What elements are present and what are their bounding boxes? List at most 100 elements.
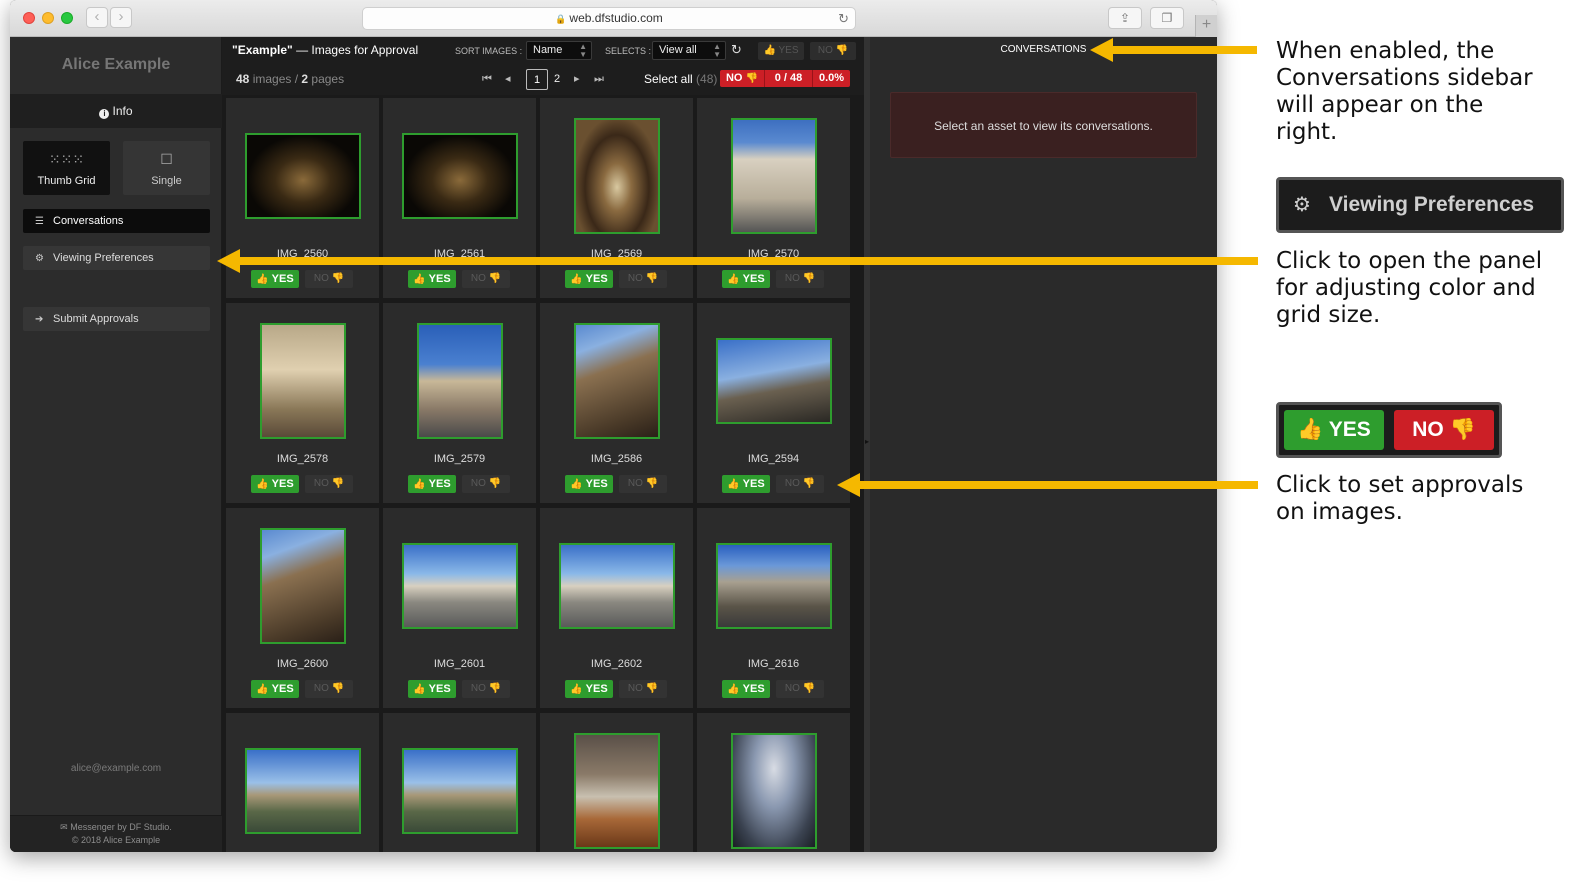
sort-select[interactable]: Name ▲ ▼ [526, 41, 592, 60]
thumbnail-image[interactable] [402, 543, 518, 629]
address-bar[interactable]: 🔒 web.dfstudio.com ↻ [362, 7, 856, 30]
thumbnail-image[interactable] [245, 133, 361, 219]
approve-yes-button[interactable]: 👍 YES [565, 475, 613, 493]
thumbnail-cell[interactable] [697, 713, 850, 852]
thumbnail-image[interactable] [731, 118, 817, 234]
selects-filter[interactable]: View all ▲ ▼ [652, 41, 726, 60]
thumbs-up-icon: 👍 [256, 274, 269, 285]
thumbs-up-icon: 👍 [570, 479, 583, 490]
reload-icon[interactable]: ↻ [838, 8, 849, 29]
refresh-icon[interactable]: ↻ [731, 42, 742, 58]
minimize-window-button[interactable] [42, 12, 54, 24]
approve-no-button[interactable]: NO 👎 [776, 680, 824, 698]
thumbnail-image[interactable] [574, 118, 660, 234]
select-all-label: Select all [644, 72, 693, 86]
close-window-button[interactable] [23, 12, 35, 24]
thumbnail-cell[interactable]: IMG_2578 👍 YES NO 👎 [226, 303, 379, 503]
thumbnail-cell[interactable]: IMG_2600 👍 YES NO 👎 [226, 508, 379, 708]
thumbs-down-icon: 👎 [745, 73, 758, 84]
approve-no-button[interactable]: NO 👎 [619, 475, 667, 493]
thumbnail-image[interactable] [260, 528, 346, 644]
list-icon: ☰ [35, 216, 44, 227]
thumbnail-cell[interactable]: IMG_2579 👍 YES NO 👎 [383, 303, 536, 503]
thumbnail-cell[interactable] [540, 713, 693, 852]
thumbnail-image[interactable] [245, 748, 361, 834]
thumbnail-cell[interactable]: IMG_2601 👍 YES NO 👎 [383, 508, 536, 708]
thumbnail-cell[interactable]: IMG_2594 👍 YES NO 👎 [697, 303, 850, 503]
bulk-no-button[interactable]: NO 👎 [810, 42, 856, 60]
note-line: for adjusting color and [1276, 275, 1536, 301]
last-page-icon[interactable]: ⏭ [594, 69, 604, 89]
first-page-icon[interactable]: ⏮ [482, 69, 492, 89]
lock-icon: 🔒 [555, 14, 567, 24]
approve-no-button[interactable]: NO 👎 [305, 680, 353, 698]
bulk-yes-button[interactable]: 👍 YES [758, 42, 804, 60]
approved-percent: 0.0% [812, 70, 850, 87]
thumb-grid-label: Thumb Grid [37, 175, 96, 187]
thumbnail-cell[interactable]: IMG_2616 👍 YES NO 👎 [697, 508, 850, 708]
thumbnail-cell[interactable] [226, 713, 379, 852]
thumbnail-image[interactable] [559, 543, 675, 629]
image-filename: IMG_2586 [590, 453, 643, 465]
approve-no-button[interactable]: NO 👎 [305, 475, 353, 493]
prev-page-icon[interactable]: ◂ [505, 69, 511, 89]
back-icon[interactable]: ‹ [86, 7, 108, 28]
no-label: NO [470, 478, 486, 489]
collapse-icon: ▸ [865, 437, 870, 446]
no-label: NO [627, 683, 643, 694]
thumb-grid-button[interactable]: ⁙⁙⁙ Thumb Grid [23, 141, 110, 195]
approve-yes-button[interactable]: 👍 YES [251, 475, 299, 493]
approve-yes-button[interactable]: 👍 YES [722, 680, 770, 698]
forward-icon[interactable]: › [110, 7, 132, 28]
thumbnail-image[interactable] [402, 133, 518, 219]
thumbnail-image[interactable] [260, 323, 346, 439]
approve-yes-button[interactable]: 👍 YES [251, 680, 299, 698]
thumbnail-cell[interactable]: IMG_2602 👍 YES NO 👎 [540, 508, 693, 708]
page-1-button[interactable]: 1 [526, 69, 548, 90]
thumbnail-image[interactable] [574, 733, 660, 849]
share-icon[interactable]: ⇪ [1108, 7, 1142, 29]
approve-yes-button[interactable]: 👍 YES [722, 475, 770, 493]
approve-no-button[interactable]: NO 👎 [619, 680, 667, 698]
thumbnail-cell[interactable] [383, 713, 536, 852]
approve-no-button[interactable]: NO 👎 [462, 475, 510, 493]
select-arrows-icon: ▲ ▼ [579, 42, 587, 59]
thumbnail-image[interactable] [417, 323, 503, 439]
approve-no-button[interactable]: NO 👎 [776, 475, 824, 493]
conversations-button[interactable]: ☰ Conversations [23, 209, 210, 233]
yes-no-callout: 👍 YES NO 👎 [1276, 402, 1502, 458]
thumbnail-image[interactable] [731, 733, 817, 849]
viewing-preferences-button[interactable]: ⚙ Viewing Preferences [23, 246, 210, 270]
thumbs-up-icon: 👍 [570, 684, 583, 695]
approve-yes-button[interactable]: 👍 YES [565, 680, 613, 698]
approved-ratio: 0 / 48 [764, 70, 812, 87]
note-line: on images. [1276, 499, 1403, 525]
thumbnail-cell[interactable]: IMG_2586 👍 YES NO 👎 [540, 303, 693, 503]
conversations-panel: CONVERSATIONS Select an asset to view it… [870, 37, 1217, 852]
single-view-button[interactable]: ☐ Single [123, 141, 210, 195]
zoom-window-button[interactable] [61, 12, 73, 24]
no-label: NO [784, 683, 800, 694]
footer-copyright: © 2018 Alice Example [71, 835, 161, 845]
new-tab-icon[interactable]: + [1195, 15, 1217, 37]
approve-yes-button[interactable]: 👍 YES [408, 475, 456, 493]
single-icon: ☐ [160, 151, 173, 167]
thumbnail-image[interactable] [402, 748, 518, 834]
thumbs-up-icon: 👍 [763, 45, 776, 56]
select-all-count: (48) [696, 72, 718, 86]
no-summary-badge[interactable]: NO 👎 [720, 70, 764, 87]
submit-approvals-button[interactable]: ➔ Submit Approvals [23, 307, 210, 331]
bulk-no-label: NO [817, 45, 833, 56]
tabs-icon[interactable]: ❐ [1150, 7, 1184, 29]
page-2-button[interactable]: 2 [554, 69, 560, 89]
info-icon: i [99, 109, 110, 119]
thumbnail-image[interactable] [574, 323, 660, 439]
thumbnail-image[interactable] [716, 338, 832, 424]
select-all-link[interactable]: Select all (48) [644, 72, 717, 86]
approve-no-button[interactable]: NO 👎 [462, 680, 510, 698]
thumbs-up-icon: 👍 [727, 479, 740, 490]
next-page-icon[interactable]: ▸ [574, 69, 580, 89]
approve-yes-button[interactable]: 👍 YES [408, 680, 456, 698]
thumbnail-image[interactable] [716, 543, 832, 629]
info-button[interactable]: i Info [10, 94, 222, 128]
